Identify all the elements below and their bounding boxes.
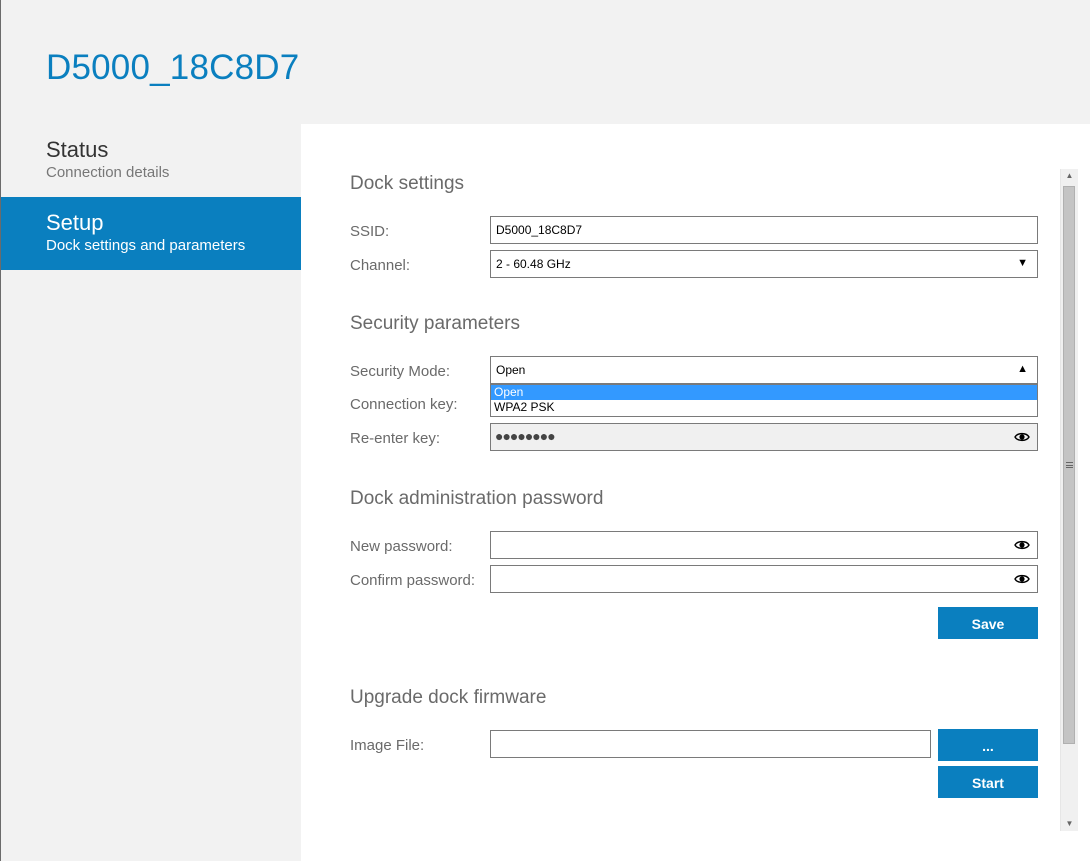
sidebar-item-title: Status [46,137,109,162]
security-mode-value: Open [496,363,526,377]
setup-panel: Dock settings SSID: D5000_18C8D7 Channel… [301,124,1090,861]
eye-icon[interactable] [1014,537,1030,553]
channel-value: 2 - 60.48 GHz [496,257,571,271]
vertical-scrollbar[interactable]: ▲ ▼ [1060,169,1078,831]
image-file-label: Image File: [350,737,425,754]
security-mode-option-wpa2-psk[interactable]: WPA2 PSK [491,400,1037,415]
dock-settings-heading: Dock settings [350,173,465,194]
security-mode-select[interactable]: Open ▲ [490,356,1038,384]
sidebar-item-status[interactable]: Status Connection details [1,124,301,197]
save-button[interactable]: Save [938,607,1038,639]
confirm-password-label: Confirm password: [350,572,476,589]
new-password-label: New password: [350,538,453,555]
scroll-thumb[interactable] [1063,186,1075,744]
sidebar-item-setup[interactable]: Setup Dock settings and parameters [1,197,301,270]
ssid-value: D5000_18C8D7 [496,223,583,237]
eye-icon[interactable] [1014,571,1030,587]
admin-password-heading: Dock administration password [350,488,604,509]
new-password-input[interactable] [490,531,1038,559]
scroll-down-arrow-icon[interactable]: ▼ [1061,817,1078,831]
security-mode-option-open[interactable]: Open [491,385,1037,400]
reenter-key-label: Re-enter key: [350,430,441,447]
channel-select[interactable]: 2 - 60.48 GHz ▼ [490,250,1038,278]
security-mode-dropdown-list: Open WPA2 PSK [490,384,1038,417]
connection-key-label: Connection key: [350,396,458,413]
firmware-heading: Upgrade dock firmware [350,687,547,708]
ssid-label: SSID: [350,223,390,240]
app-title: D5000_18C8D7 [46,48,300,87]
sidebar-item-subtitle: Connection details [46,164,170,181]
chevron-up-icon: ▲ [1017,363,1028,375]
sidebar-item-subtitle: Dock settings and parameters [46,237,246,254]
scroll-up-arrow-icon[interactable]: ▲ [1061,169,1078,183]
image-file-input[interactable] [490,730,931,758]
reenter-key-mask: ●●●●●●●● [495,428,556,444]
browse-button[interactable]: ... [938,729,1038,761]
eye-icon[interactable] [1014,429,1030,445]
ssid-input[interactable]: D5000_18C8D7 [490,216,1038,244]
sidebar-nav: Status Connection details Setup Dock set… [1,124,301,270]
start-button[interactable]: Start [938,766,1038,798]
security-mode-label: Security Mode: [350,363,451,380]
reenter-key-field[interactable]: ●●●●●●●● [490,423,1038,451]
security-parameters-heading: Security parameters [350,313,521,334]
sidebar-item-title: Setup [46,210,104,235]
channel-label: Channel: [350,257,411,274]
scroll-grip-icon [1066,462,1073,468]
confirm-password-input[interactable] [490,565,1038,593]
chevron-down-icon: ▼ [1017,257,1028,269]
